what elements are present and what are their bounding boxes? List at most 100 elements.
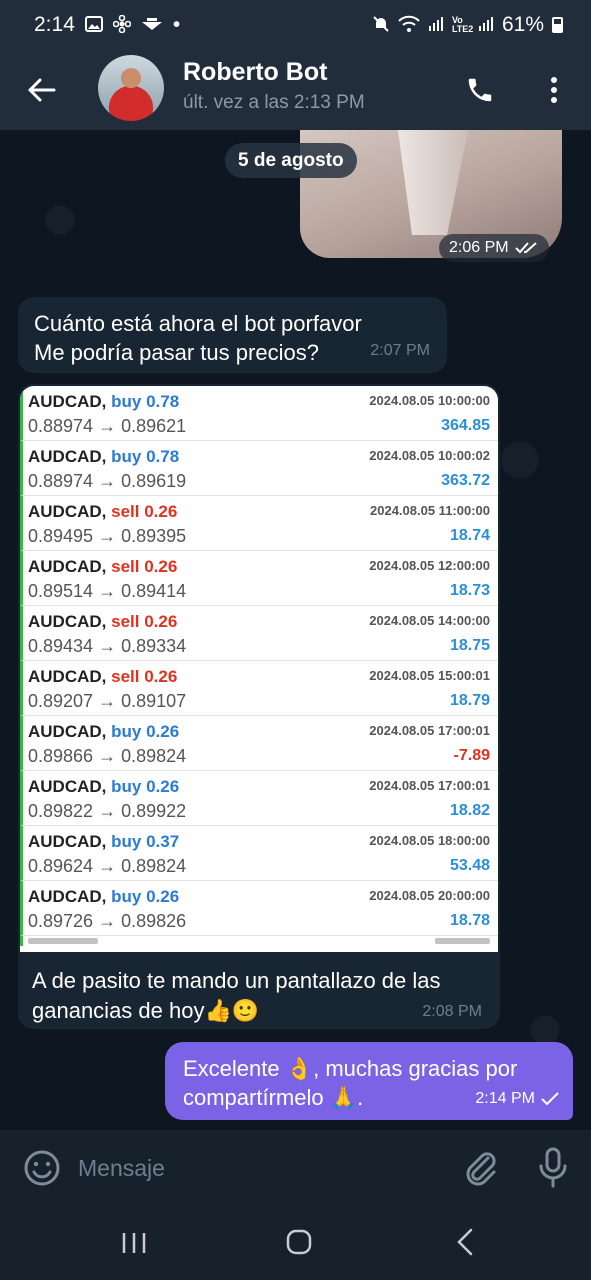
arrow-left-icon [28,78,56,102]
trade-prices: 0.88974 → 0.89619 [28,471,187,491]
trade-row: AUDCAD, buy 0.26 0.89866 → 0.89824 2024.08… [20,716,498,771]
trade-side: buy 0.78 [111,392,180,411]
message-line: Cuánto está ahora el bot porfavor [34,311,362,336]
outgoing-message[interactable]: Excelente 👌, muchas gracias por compartí… [165,1042,573,1120]
trade-date: 2024.08.05 18:00:00 [369,833,490,848]
trade-row: AUDCAD, buy 0.37 0.89624 → 0.89824 2024.08… [20,826,498,881]
battery-percent: 61% [501,13,544,36]
phone-icon [468,78,492,102]
signal-icon [428,16,444,35]
trade-profit: 364.85 [441,417,490,434]
trade-date: 2024.08.05 10:00:00 [369,393,490,408]
chat-header: Roberto Bot últ. vez a las 2:13 PM [0,50,591,130]
trade-history-screenshot[interactable]: AUDCAD, buy 0.78 0.88974 → 0.89621 2024.08… [20,386,498,952]
trade-symbol: AUDCAD, [28,612,107,631]
trade-symbol: AUDCAD, [28,887,107,906]
image-message-time: 2:06 PM [439,234,549,262]
pinwheel-icon [112,14,132,36]
trade-symbol: AUDCAD, [28,722,107,741]
chat-area[interactable]: 5 de agosto 2:06 PM Cuánto está ahora el… [0,130,591,1130]
more-vertical-icon [551,77,557,103]
trade-pair: AUDCAD, sell 0.26 [28,667,177,687]
microphone-icon [539,1147,567,1188]
contact-last-seen: últ. vez a las 2:13 PM [183,92,365,113]
trade-date: 2024.08.05 14:00:00 [369,613,490,628]
trade-symbol: AUDCAD, [28,502,107,521]
trade-row-cutoff [20,936,498,946]
trade-side: buy 0.37 [111,832,180,851]
trade-pair: AUDCAD, buy 0.26 [28,777,179,797]
home-button[interactable] [285,1228,313,1256]
message-time: 2:14 PM [475,1090,535,1107]
trade-pair: AUDCAD, buy 0.78 [28,447,179,467]
recents-icon [122,1233,146,1253]
trade-date: 2024.08.05 17:00:01 [369,723,490,738]
message-time: 2:08 PM [422,1003,482,1020]
trade-row: AUDCAD, buy 0.78 0.88974 → 0.89621 2024.08… [20,386,498,441]
signal-icon [478,16,494,35]
call-button[interactable] [462,72,498,108]
smiley-icon [24,1150,60,1186]
trade-prices: 0.89514 → 0.89414 [28,581,187,601]
trade-date: 2024.08.05 11:00:00 [370,503,490,518]
trade-profit: 18.74 [449,527,490,544]
trade-row: AUDCAD, sell 0.26 0.89495 → 0.89395 2024.0… [20,496,498,551]
trade-profit: 18.79 [449,692,490,709]
back-button[interactable] [24,72,60,108]
system-back-button[interactable] [455,1228,475,1256]
recents-button[interactable] [120,1232,148,1254]
trade-pair: AUDCAD, buy 0.26 [28,722,179,742]
check-icon [541,1091,559,1105]
plane-logo-icon [141,16,163,34]
trade-prices: 0.89726 → 0.89826 [28,911,187,931]
status-bar: 2:14 • Vo LTE2 61% [0,0,591,50]
incoming-screenshot-message[interactable]: AUDCAD, buy 0.78 0.88974 → 0.89621 2024.08… [18,384,500,1029]
trade-side: buy 0.26 [111,887,180,906]
contact-name[interactable]: Roberto Bot [183,58,327,87]
trade-side: sell 0.26 [111,502,178,521]
trade-side: buy 0.78 [111,447,180,466]
trade-pair: AUDCAD, sell 0.26 [28,502,177,522]
trade-profit: 18.75 [449,637,490,654]
emoji-button[interactable] [22,1148,62,1188]
trade-pair: AUDCAD, sell 0.26 [28,612,177,632]
message-time-status: 2:14 PM [475,1084,559,1113]
more-options-button[interactable] [540,72,568,108]
message-input[interactable] [78,1152,438,1184]
trade-prices: 0.89822 → 0.89922 [28,801,187,821]
date-separator: 5 de agosto [225,143,357,178]
contact-avatar[interactable] [98,55,164,121]
trade-symbol: AUDCAD, [28,667,107,686]
trade-pair: AUDCAD, buy 0.26 [28,887,179,907]
trade-prices: 0.88974 → 0.89621 [28,416,187,436]
trade-side: sell 0.26 [111,557,178,576]
incoming-message[interactable]: Cuánto está ahora el bot porfavor Me pod… [18,297,447,373]
trade-row: AUDCAD, buy 0.26 0.89726 → 0.89826 2024.08… [20,881,498,936]
trade-prices: 0.89207 → 0.89107 [28,691,187,711]
message-time: 2:07 PM [370,342,430,359]
back-chevron-icon [457,1228,473,1256]
trade-row: AUDCAD, sell 0.26 0.89207 → 0.89107 2024.0… [20,661,498,716]
trade-row: AUDCAD, sell 0.26 0.89434 → 0.89334 2024.0… [20,606,498,661]
microphone-button[interactable] [536,1146,570,1190]
attach-button[interactable] [462,1148,498,1188]
system-nav-bar [0,1206,591,1280]
trade-profit: 18.78 [449,912,490,929]
caption-line: A de pasito te mando un pantallazo de la… [32,968,441,993]
trade-symbol: AUDCAD, [28,557,107,576]
trade-side: buy 0.26 [111,722,180,741]
status-time: 2:14 [34,13,75,36]
network-label: Vo LTE2 [451,15,474,34]
trade-profit: 363.72 [441,472,490,489]
status-dot: • [172,13,181,36]
trade-date: 2024.08.05 20:00:00 [369,888,490,903]
wifi-icon [398,15,420,36]
trade-profit: -7.89 [453,747,490,764]
trade-prices: 0.89866 → 0.89824 [28,746,187,766]
trade-symbol: AUDCAD, [28,832,107,851]
trade-symbol: AUDCAD, [28,777,107,796]
battery-icon [552,17,563,33]
trade-pair: AUDCAD, buy 0.78 [28,392,179,412]
trade-row: AUDCAD, buy 0.26 0.89822 → 0.89922 2024.08… [20,771,498,826]
trade-prices: 0.89495 → 0.89395 [28,526,187,546]
